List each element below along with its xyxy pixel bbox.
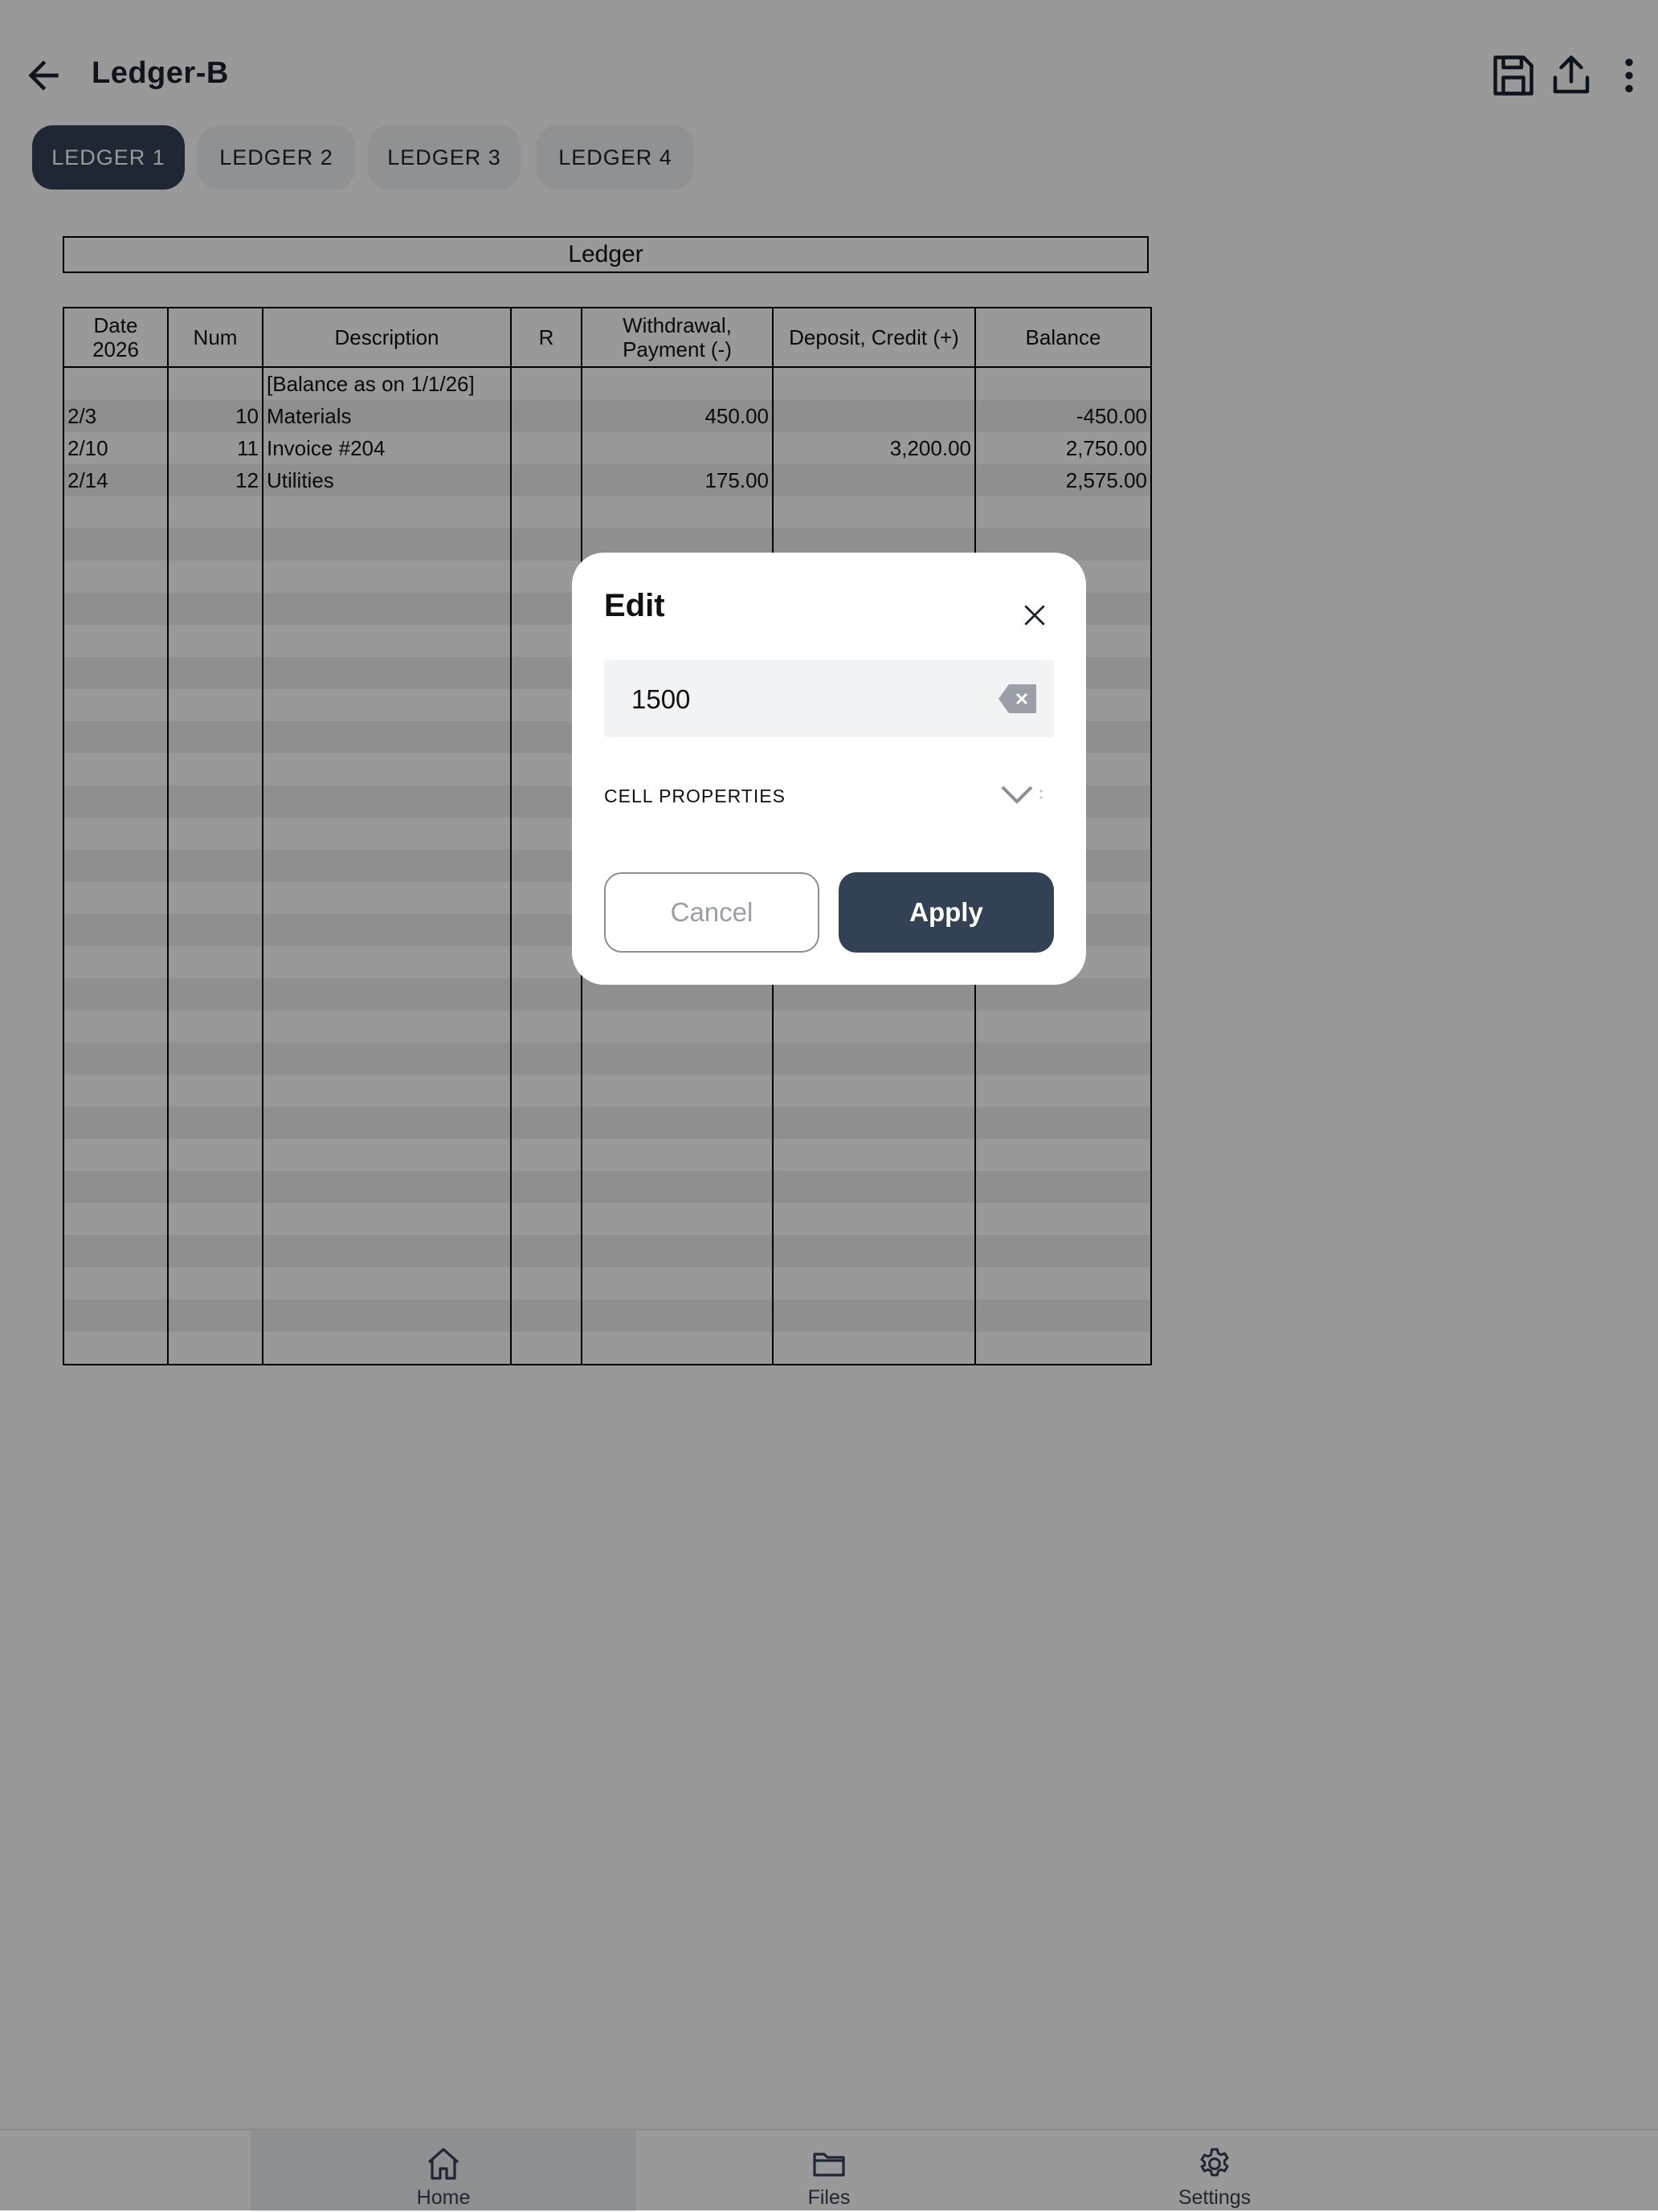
cancel-button[interactable]: Cancel [604,872,819,953]
edit-dialog: Edit CELL PROPERTIES Cancel Apply [572,553,1086,985]
dialog-title: Edit [604,588,665,623]
close-icon[interactable] [1012,593,1057,638]
chevron-down-icon[interactable] [999,779,1043,811]
value-input[interactable] [630,660,986,739]
apply-button[interactable]: Apply [839,872,1054,953]
backspace-clear-icon[interactable] [998,683,1038,715]
cell-properties-label[interactable]: CELL PROPERTIES [604,786,786,807]
modal-scrim[interactable] [0,0,1658,2210]
value-field [604,660,1054,739]
